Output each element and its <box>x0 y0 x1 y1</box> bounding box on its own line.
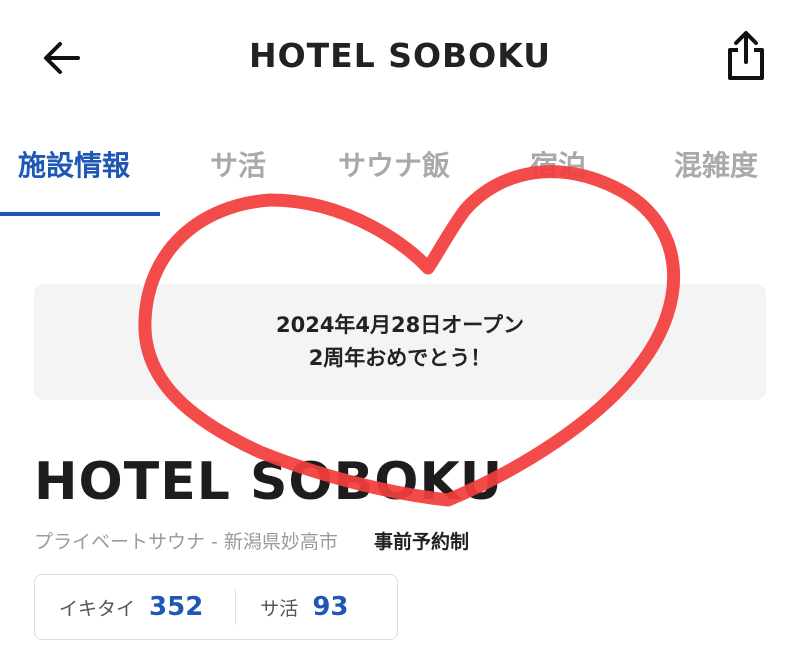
share-icon <box>728 31 764 80</box>
tab-sakatsu[interactable]: サ活 <box>210 144 266 184</box>
ikitai-label: イキタイ <box>59 597 136 620</box>
active-tab-indicator <box>0 212 160 216</box>
stats-box: イキタイ 352 サ活 93 <box>34 574 398 640</box>
announcement-banner: 2024年4月28日オープン 2周年おめでとう！ <box>34 284 766 400</box>
tab-sauna-meal[interactable]: サウナ飯 <box>338 144 450 184</box>
facility-meta: プライベートサウナ - 新潟県妙高市 事前予約制 <box>34 527 469 554</box>
sakatsu-stat[interactable]: サ活 93 <box>236 575 348 639</box>
share-button[interactable] <box>722 30 770 82</box>
ikitai-stat[interactable]: イキタイ 352 <box>35 575 203 639</box>
tab-bar: 施設情報 サ活 サウナ飯 宿泊 混雑度 <box>0 138 800 218</box>
reservation-badge: 事前予約制 <box>373 531 469 553</box>
announcement-line-1: 2024年4月28日オープン <box>275 313 525 337</box>
sakatsu-count: 93 <box>312 592 349 622</box>
page-title: HOTEL SOBOKU <box>248 36 552 75</box>
tab-congestion[interactable]: 混雑度 <box>674 144 758 184</box>
facility-category: プライベートサウナ - 新潟県妙高市 <box>34 531 338 553</box>
sakatsu-label: サ活 <box>260 597 299 620</box>
tab-lodging[interactable]: 宿泊 <box>530 144 586 184</box>
facility-name: HOTEL SOBOKU <box>34 452 504 512</box>
announcement-line-2: 2周年おめでとう！ <box>308 346 492 370</box>
tab-facility-info[interactable]: 施設情報 <box>18 144 130 184</box>
top-bar: HOTEL SOBOKU <box>0 0 800 118</box>
ikitai-count: 352 <box>149 592 204 622</box>
